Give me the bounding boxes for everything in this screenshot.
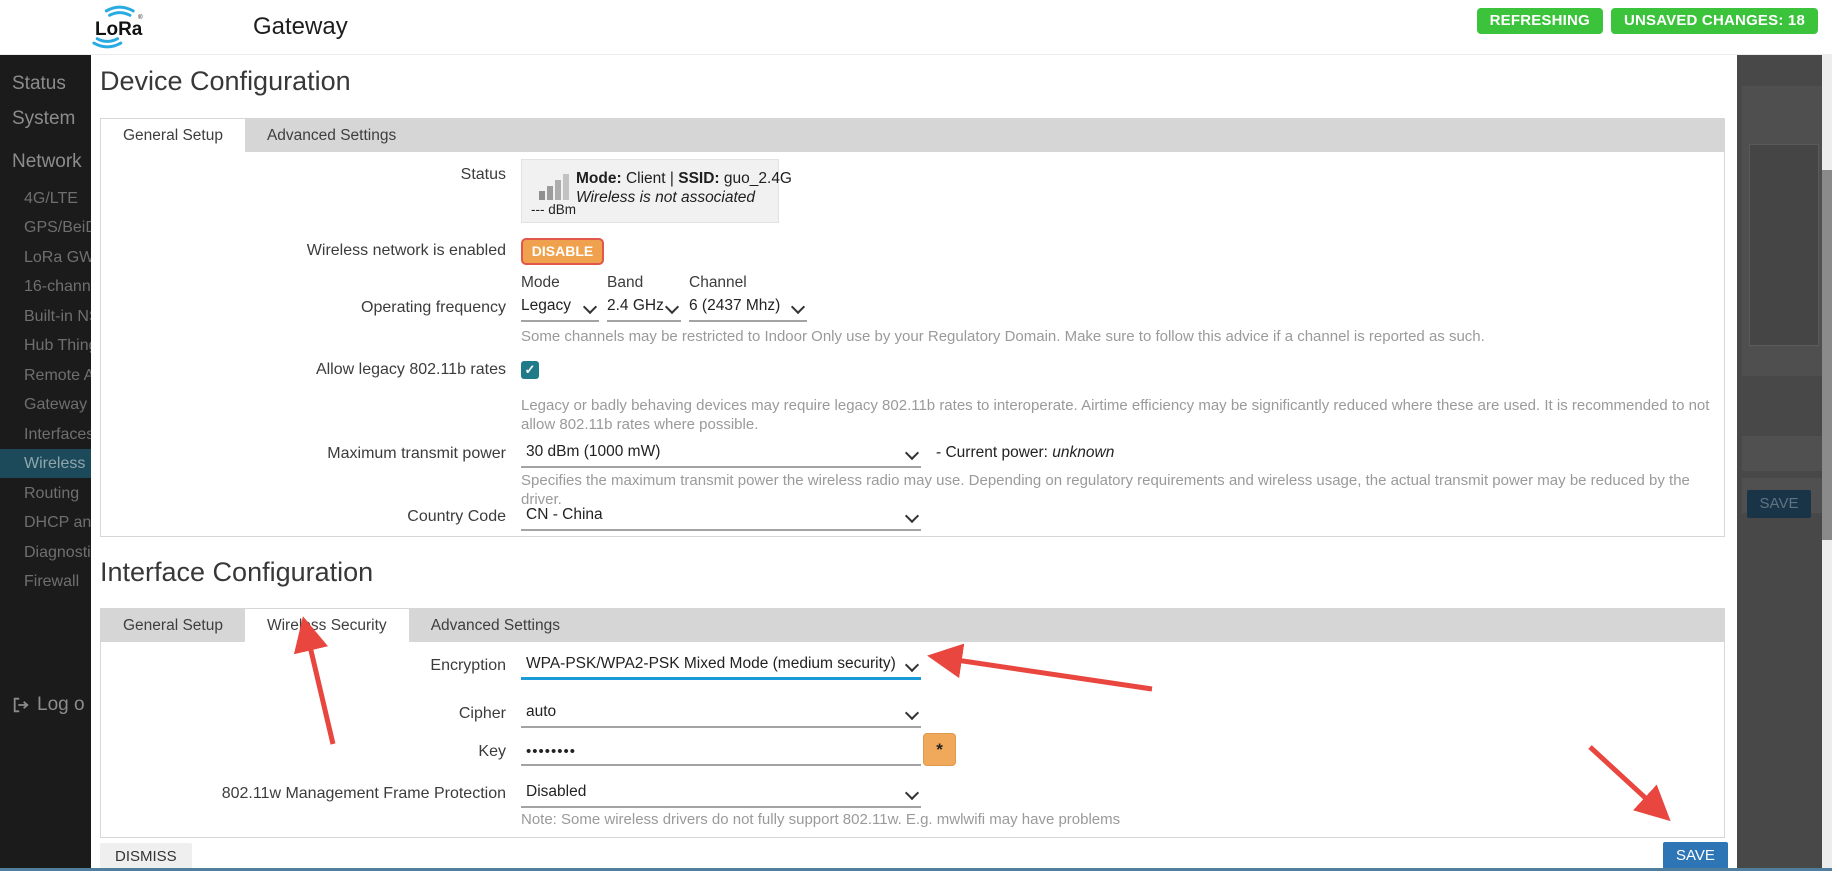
sidebar-item-lora-gw[interactable]: LoRa GW [0, 243, 91, 272]
sidebar-item-remote-api[interactable]: Remote A [0, 361, 91, 390]
device-configuration-card: General Setup Advanced Settings Status -… [100, 118, 1725, 537]
country-code-label: Country Code [101, 508, 506, 526]
sidebar-item-status[interactable]: Status [0, 68, 91, 100]
logout-icon [12, 696, 30, 714]
cipher-label: Cipher [101, 705, 506, 723]
top-header: LoRa ® Gateway REFRESHING UNSAVED CHANGE… [0, 0, 1832, 55]
legacy-rates-checkbox[interactable]: ✓ [521, 361, 539, 379]
mfp-select[interactable]: Disabled [521, 781, 921, 808]
vertical-scrollbar[interactable] [1822, 54, 1832, 871]
sidebar-item-diagnostics[interactable]: Diagnostic [0, 538, 91, 567]
sidebar-item-gps-beidou[interactable]: GPS/BeiDo [0, 213, 91, 242]
sidebar-item-routing[interactable]: Routing [0, 479, 91, 508]
current-power-text: - Current power: unknown [936, 444, 1114, 462]
freq-mode-header: Mode [521, 274, 560, 292]
sidebar-item-firewall[interactable]: Firewall [0, 567, 91, 596]
dimmed-panel [1749, 144, 1819, 346]
dimmed-background: SAVE [1737, 54, 1832, 871]
dismiss-button[interactable]: DISMISS [100, 843, 192, 870]
sidebar-item-network[interactable]: Network [0, 146, 91, 178]
encryption-select[interactable]: WPA-PSK/WPA2-PSK Mixed Mode (medium secu… [521, 653, 921, 680]
freq-band-header: Band [607, 274, 643, 292]
save-button[interactable]: SAVE [1663, 842, 1728, 869]
wireless-enabled-label: Wireless network is enabled [101, 242, 506, 260]
refreshing-badge[interactable]: REFRESHING [1477, 8, 1603, 34]
dimmed-field [1742, 436, 1830, 471]
sidebar-item-interfaces[interactable]: Interfaces [0, 420, 91, 449]
encryption-label: Encryption [101, 657, 506, 675]
status-text: Mode: Client | SSID: guo_2.4G Wireless i… [576, 167, 792, 222]
key-label: Key [101, 743, 506, 761]
key-input[interactable] [521, 739, 921, 766]
association-status: Wireless is not associated [576, 188, 792, 207]
interface-tabbar: General Setup Wireless Security Advanced… [101, 609, 1724, 642]
sidebar-item-wireless[interactable]: Wireless [0, 449, 91, 478]
svg-text:®: ® [138, 14, 143, 21]
sidebar-nav: Status System Network 4G/LTE GPS/BeiDo L… [0, 54, 91, 871]
unsaved-changes-badge[interactable]: UNSAVED CHANGES: 18 [1611, 8, 1818, 34]
country-code-select[interactable]: CN - China [521, 504, 921, 531]
sidebar-item-logout[interactable]: Log o [0, 690, 91, 720]
freq-channel-header: Channel [689, 274, 747, 292]
sidebar-item-system[interactable]: System [0, 103, 91, 135]
wireless-status-box: --- dBm Mode: Client | SSID: guo_2.4G Wi… [521, 159, 779, 223]
freq-mode-select[interactable]: Legacy [521, 295, 599, 322]
device-tabbar: General Setup Advanced Settings [101, 119, 1724, 152]
freq-channel-select[interactable]: 6 (2437 Mhz) [689, 295, 807, 322]
dimmed-save-button: SAVE [1747, 490, 1811, 518]
freq-band-select[interactable]: 2.4 GHz [607, 295, 681, 322]
scrollbar-thumb[interactable] [1822, 170, 1832, 540]
mfp-note-text: Note: Some wireless drivers do not fully… [521, 810, 1731, 829]
legacy-rates-label: Allow legacy 802.11b rates [101, 361, 506, 379]
svg-text:LoRa: LoRa [95, 19, 143, 40]
app-root: LoRa ® Gateway REFRESHING UNSAVED CHANGE… [0, 0, 1832, 871]
disable-button[interactable]: DISABLE [521, 238, 604, 265]
device-configuration-title: Device Configuration [100, 66, 351, 97]
page-title: Gateway [253, 13, 348, 41]
reveal-password-button[interactable]: * [923, 733, 956, 766]
tab-iface-advanced-settings[interactable]: Advanced Settings [409, 609, 582, 642]
signal-dbm: --- dBm [531, 202, 576, 217]
signal-strength-icon [531, 170, 576, 200]
wireless-modal: Device Configuration General Setup Advan… [91, 54, 1737, 871]
sidebar-item-dhcp-dns[interactable]: DHCP and [0, 508, 91, 537]
operating-frequency-label: Operating frequency [101, 299, 506, 317]
logout-label: Log o [37, 690, 85, 720]
max-transmit-power-label: Maximum transmit power [101, 445, 506, 463]
sidebar-item-hub-things[interactable]: Hub Thing [0, 331, 91, 360]
cipher-select[interactable]: auto [521, 701, 921, 728]
sidebar-item-gateway[interactable]: Gateway o [0, 390, 91, 419]
tab-general-setup[interactable]: General Setup [101, 119, 245, 152]
legacy-rates-help-text: Legacy or badly behaving devices may req… [521, 396, 1711, 434]
max-transmit-power-select[interactable]: 30 dBm (1000 mW) [521, 441, 921, 468]
freq-help-text: Some channels may be restricted to Indoo… [521, 327, 1731, 346]
sidebar-item-built-in-ns[interactable]: Built-in NS [0, 302, 91, 331]
interface-configuration-title: Interface Configuration [100, 557, 373, 588]
interface-configuration-card: General Setup Wireless Security Advanced… [100, 608, 1725, 838]
sidebar-item-16-channel[interactable]: 16-channe [0, 272, 91, 301]
sidebar-item-4g-lte[interactable]: 4G/LTE [0, 184, 91, 213]
tab-wireless-security[interactable]: Wireless Security [245, 609, 409, 642]
tab-advanced-settings[interactable]: Advanced Settings [245, 119, 418, 152]
tab-iface-general-setup[interactable]: General Setup [101, 609, 245, 642]
status-label: Status [101, 166, 506, 184]
lora-logo: LoRa ® [84, 5, 146, 54]
mfp-label: 802.11w Management Frame Protection [101, 785, 506, 803]
